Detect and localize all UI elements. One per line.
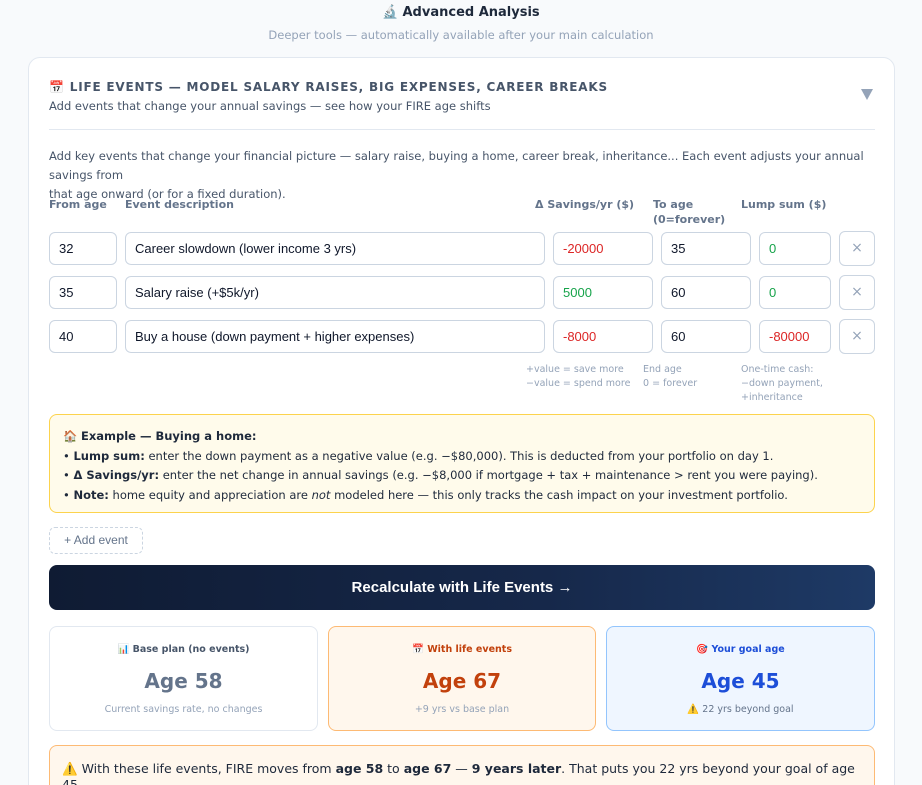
summary-text-1: With these life events, FIRE moves from: [81, 761, 336, 776]
result-age: Age 45: [701, 669, 780, 693]
example-bullet-savings: • Δ Savings/yr: enter the net change in …: [63, 468, 818, 482]
warning-icon: ⚠️: [687, 704, 700, 715]
from-age-input[interactable]: 32: [49, 232, 117, 265]
example-bullet-note-label: Note:: [73, 487, 109, 502]
life-events-intro: Add key events that change your financia…: [49, 147, 875, 204]
result-note-text: 22 yrs beyond goal: [702, 704, 794, 715]
advanced-analysis-title-text: Advanced Analysis: [402, 5, 540, 20]
house-icon: 🏠: [63, 429, 78, 443]
result-label-text: Your goal age: [711, 644, 785, 655]
col-header-savings: Δ Savings/yr ($): [535, 198, 635, 211]
example-title: 🏠 Example — Buying a home:: [63, 427, 861, 447]
col-header-from-age: From age: [49, 198, 107, 211]
savings-hint-line2: −value = spend more: [526, 378, 631, 389]
result-note: Current savings rate, no changes: [104, 704, 263, 715]
summary-event-age: age 67: [403, 761, 452, 776]
bar-chart-icon: 📊: [117, 644, 130, 655]
col-header-to-age-line2: (0=forever): [653, 213, 726, 226]
target-icon: 🎯: [696, 644, 709, 655]
result-age: Age 67: [422, 669, 502, 693]
calendar-icon: 📅: [49, 80, 65, 94]
intro-line-1: Add key events that change your financia…: [49, 149, 864, 182]
lump-sum-hint-line2: −down payment,: [741, 378, 823, 389]
calendar-icon: 📅: [412, 644, 424, 655]
savings-hint: +value = save more −value = spend more: [526, 363, 630, 391]
recalculate-button[interactable]: Recalculate with Life Events →: [49, 565, 875, 610]
example-bullet-note-emphasis: not: [311, 487, 331, 502]
result-note: ⚠️ 22 yrs beyond goal: [607, 704, 874, 715]
summary-text-2: to: [383, 761, 404, 776]
remove-event-button[interactable]: ×: [839, 231, 875, 266]
to-age-hint-line2: 0 = forever: [643, 378, 698, 389]
lump-sum-hint-line1: One-time cash:: [741, 364, 814, 375]
advanced-analysis-subtitle: Deeper tools — automatically available a…: [268, 28, 654, 42]
to-age-input[interactable]: 60: [661, 320, 751, 353]
lump-sum-hint-line3: +inheritance: [741, 392, 803, 403]
collapse-toggle-icon[interactable]: [859, 86, 875, 102]
example-bullet-lump-text: enter the down payment as a negative val…: [144, 448, 774, 463]
col-header-to-age: To age (0=forever): [653, 197, 725, 227]
from-age-input[interactable]: 40: [49, 320, 117, 353]
divider: [49, 129, 875, 130]
example-box: 🏠 Example — Buying a home: • Lump sum: e…: [49, 414, 875, 513]
life-events-title-text: LIFE EVENTS — MODEL SALARY RAISES, BIG E…: [69, 80, 608, 94]
result-age: Age 58: [144, 669, 223, 693]
savings-change-input[interactable]: -8000: [553, 320, 653, 353]
result-card-base-plan: 📊 Base plan (no events) Age 58 Current s…: [49, 626, 318, 731]
life-events-title[interactable]: 📅 LIFE EVENTS — MODEL SALARY RAISES, BIG …: [49, 80, 608, 94]
event-description-input[interactable]: Buy a house (down payment + higher expen…: [125, 320, 545, 353]
summary-delay: 9 years later: [471, 761, 562, 776]
lump-sum-input[interactable]: 0: [759, 276, 831, 309]
microscope-icon: 🔬: [382, 5, 399, 20]
remove-event-button[interactable]: ×: [839, 275, 875, 310]
warning-icon: ⚠️: [62, 761, 78, 776]
to-age-input[interactable]: 60: [661, 276, 751, 309]
result-card-with-events: 📅 With life events Age 67 +9 yrs vs base…: [328, 626, 596, 731]
result-card-goal: 🎯 Your goal age Age 45 ⚠️ 22 yrs beyond …: [606, 626, 875, 731]
col-header-description: Event description: [125, 198, 234, 211]
advanced-analysis-title: 🔬 Advanced Analysis: [0, 5, 922, 20]
result-label: 🎯 Your goal age: [607, 644, 874, 655]
from-age-input[interactable]: 35: [49, 276, 117, 309]
example-bullet-note-text-a: home equity and appreciation are: [108, 487, 312, 502]
result-note: +9 yrs vs base plan: [414, 704, 510, 715]
example-bullet-savings-label: Δ Savings/yr:: [73, 468, 160, 482]
example-bullet-lump-label: Lump sum:: [73, 448, 145, 463]
lump-sum-input[interactable]: -80000: [759, 320, 831, 353]
result-label-text: With life events: [427, 644, 512, 655]
to-age-hint: End age 0 = forever: [643, 363, 697, 391]
savings-hint-line1: +value = save more: [526, 364, 624, 375]
life-events-subtitle: Add events that change your annual savin…: [49, 99, 491, 113]
remove-event-button[interactable]: ×: [839, 319, 875, 354]
example-bullet-note: • Note: home equity and appreciation are…: [63, 487, 788, 502]
col-header-to-age-line1: To age: [653, 198, 694, 211]
summary-warning: ⚠️ With these life events, FIRE moves fr…: [49, 745, 875, 785]
example-bullet-note-text-b: modeled here — this only tracks the cash…: [330, 487, 788, 502]
summary-text-3: —: [451, 761, 472, 776]
to-age-hint-line1: End age: [643, 364, 682, 375]
result-label: 📊 Base plan (no events): [50, 644, 317, 655]
result-label-text: Base plan (no events): [132, 644, 250, 655]
savings-change-input[interactable]: -20000: [553, 232, 653, 265]
add-event-button[interactable]: + Add event: [49, 527, 143, 554]
event-description-input[interactable]: Salary raise (+$5k/yr): [125, 276, 545, 309]
event-description-input[interactable]: Career slowdown (lower income 3 yrs): [125, 232, 545, 265]
result-label: 📅 With life events: [329, 644, 595, 655]
col-header-lump-sum: Lump sum ($): [741, 198, 827, 211]
lump-sum-hint: One-time cash: −down payment, +inheritan…: [741, 363, 823, 405]
savings-change-input[interactable]: 5000: [553, 276, 653, 309]
lump-sum-input[interactable]: 0: [759, 232, 831, 265]
example-title-text: Example — Buying a home:: [80, 429, 257, 443]
summary-base-age: age 58: [335, 761, 384, 776]
example-bullet-savings-text: enter the net change in annual savings (…: [159, 468, 818, 482]
to-age-input[interactable]: 35: [661, 232, 751, 265]
example-bullet-lump: • Lump sum: enter the down payment as a …: [63, 448, 774, 463]
